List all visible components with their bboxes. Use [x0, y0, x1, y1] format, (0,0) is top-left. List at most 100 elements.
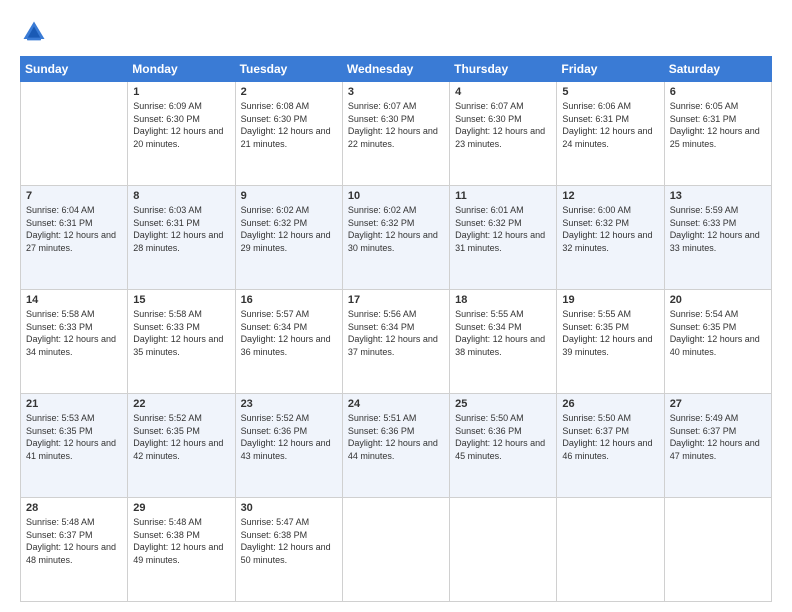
calendar-cell	[557, 498, 664, 602]
weekday-header-wednesday: Wednesday	[342, 57, 449, 82]
calendar-cell: 16 Sunrise: 5:57 AMSunset: 6:34 PMDayligh…	[235, 290, 342, 394]
day-info: Sunrise: 5:50 AMSunset: 6:37 PMDaylight:…	[562, 412, 658, 462]
day-info: Sunrise: 6:05 AMSunset: 6:31 PMDaylight:…	[670, 100, 766, 150]
day-info: Sunrise: 6:01 AMSunset: 6:32 PMDaylight:…	[455, 204, 551, 254]
calendar-cell: 25 Sunrise: 5:50 AMSunset: 6:36 PMDayligh…	[450, 394, 557, 498]
day-info: Sunrise: 6:06 AMSunset: 6:31 PMDaylight:…	[562, 100, 658, 150]
day-number: 4	[455, 86, 551, 98]
logo	[20, 18, 52, 46]
day-number: 11	[455, 190, 551, 202]
calendar-cell: 14 Sunrise: 5:58 AMSunset: 6:33 PMDayligh…	[21, 290, 128, 394]
logo-icon	[20, 18, 48, 46]
day-number: 16	[241, 294, 337, 306]
calendar: SundayMondayTuesdayWednesdayThursdayFrid…	[20, 56, 772, 602]
calendar-cell: 13Sunrise: 5:59 AMSunset: 6:33 PMDayligh…	[664, 186, 771, 290]
calendar-cell: 3 Sunrise: 6:07 AMSunset: 6:30 PMDaylight…	[342, 82, 449, 186]
calendar-cell	[450, 498, 557, 602]
calendar-week-row: 14 Sunrise: 5:58 AMSunset: 6:33 PMDayligh…	[21, 290, 772, 394]
day-info: Sunrise: 5:52 AMSunset: 6:36 PMDaylight:…	[241, 412, 337, 462]
calendar-cell: 9 Sunrise: 6:02 AMSunset: 6:32 PMDaylight…	[235, 186, 342, 290]
day-info: Sunrise: 5:57 AMSunset: 6:34 PMDaylight:…	[241, 308, 337, 358]
calendar-header-row: SundayMondayTuesdayWednesdayThursdayFrid…	[21, 57, 772, 82]
calendar-cell: 8 Sunrise: 6:03 AMSunset: 6:31 PMDaylight…	[128, 186, 235, 290]
day-info: Sunrise: 5:48 AMSunset: 6:37 PMDaylight:…	[26, 516, 122, 566]
calendar-cell: 4 Sunrise: 6:07 AMSunset: 6:30 PMDaylight…	[450, 82, 557, 186]
day-number: 28	[26, 502, 122, 514]
day-number: 25	[455, 398, 551, 410]
day-info: Sunrise: 6:08 AMSunset: 6:30 PMDaylight:…	[241, 100, 337, 150]
day-number: 7	[26, 190, 122, 202]
calendar-cell: 30 Sunrise: 5:47 AMSunset: 6:38 PMDayligh…	[235, 498, 342, 602]
day-number: 20	[670, 294, 766, 306]
calendar-cell: 2 Sunrise: 6:08 AMSunset: 6:30 PMDaylight…	[235, 82, 342, 186]
calendar-week-row: 21Sunrise: 5:53 AMSunset: 6:35 PMDayligh…	[21, 394, 772, 498]
day-info: Sunrise: 6:09 AMSunset: 6:30 PMDaylight:…	[133, 100, 229, 150]
day-number: 5	[562, 86, 658, 98]
calendar-cell: 11 Sunrise: 6:01 AMSunset: 6:32 PMDayligh…	[450, 186, 557, 290]
day-number: 17	[348, 294, 444, 306]
day-info: Sunrise: 5:47 AMSunset: 6:38 PMDaylight:…	[241, 516, 337, 566]
day-info: Sunrise: 5:55 AMSunset: 6:35 PMDaylight:…	[562, 308, 658, 358]
calendar-cell: 26 Sunrise: 5:50 AMSunset: 6:37 PMDayligh…	[557, 394, 664, 498]
calendar-cell: 6Sunrise: 6:05 AMSunset: 6:31 PMDaylight…	[664, 82, 771, 186]
day-number: 3	[348, 86, 444, 98]
weekday-header-sunday: Sunday	[21, 57, 128, 82]
day-info: Sunrise: 5:52 AMSunset: 6:35 PMDaylight:…	[133, 412, 229, 462]
calendar-cell: 20Sunrise: 5:54 AMSunset: 6:35 PMDayligh…	[664, 290, 771, 394]
calendar-week-row: 1 Sunrise: 6:09 AMSunset: 6:30 PMDaylight…	[21, 82, 772, 186]
day-number: 19	[562, 294, 658, 306]
day-number: 21	[26, 398, 122, 410]
day-info: Sunrise: 6:03 AMSunset: 6:31 PMDaylight:…	[133, 204, 229, 254]
calendar-cell: 29Sunrise: 5:48 AMSunset: 6:38 PMDayligh…	[128, 498, 235, 602]
calendar-cell: 22 Sunrise: 5:52 AMSunset: 6:35 PMDayligh…	[128, 394, 235, 498]
day-info: Sunrise: 5:58 AMSunset: 6:33 PMDaylight:…	[26, 308, 122, 358]
day-info: Sunrise: 6:07 AMSunset: 6:30 PMDaylight:…	[348, 100, 444, 150]
day-info: Sunrise: 6:04 AMSunset: 6:31 PMDaylight:…	[26, 204, 122, 254]
day-number: 14	[26, 294, 122, 306]
weekday-header-thursday: Thursday	[450, 57, 557, 82]
day-info: Sunrise: 6:07 AMSunset: 6:30 PMDaylight:…	[455, 100, 551, 150]
calendar-cell: 21Sunrise: 5:53 AMSunset: 6:35 PMDayligh…	[21, 394, 128, 498]
day-info: Sunrise: 5:51 AMSunset: 6:36 PMDaylight:…	[348, 412, 444, 462]
day-number: 26	[562, 398, 658, 410]
calendar-cell: 23 Sunrise: 5:52 AMSunset: 6:36 PMDayligh…	[235, 394, 342, 498]
day-number: 1	[133, 86, 229, 98]
calendar-cell: 28 Sunrise: 5:48 AMSunset: 6:37 PMDayligh…	[21, 498, 128, 602]
calendar-cell: 17 Sunrise: 5:56 AMSunset: 6:34 PMDayligh…	[342, 290, 449, 394]
calendar-cell: 15Sunrise: 5:58 AMSunset: 6:33 PMDayligh…	[128, 290, 235, 394]
weekday-header-friday: Friday	[557, 57, 664, 82]
calendar-cell	[21, 82, 128, 186]
calendar-week-row: 7 Sunrise: 6:04 AMSunset: 6:31 PMDaylight…	[21, 186, 772, 290]
calendar-cell: 27Sunrise: 5:49 AMSunset: 6:37 PMDayligh…	[664, 394, 771, 498]
calendar-cell: 1 Sunrise: 6:09 AMSunset: 6:30 PMDaylight…	[128, 82, 235, 186]
day-info: Sunrise: 5:56 AMSunset: 6:34 PMDaylight:…	[348, 308, 444, 358]
calendar-cell: 24 Sunrise: 5:51 AMSunset: 6:36 PMDayligh…	[342, 394, 449, 498]
day-number: 12	[562, 190, 658, 202]
calendar-cell: 18Sunrise: 5:55 AMSunset: 6:34 PMDayligh…	[450, 290, 557, 394]
calendar-cell: 5 Sunrise: 6:06 AMSunset: 6:31 PMDaylight…	[557, 82, 664, 186]
day-number: 18	[455, 294, 551, 306]
page: SundayMondayTuesdayWednesdayThursdayFrid…	[0, 0, 792, 612]
day-number: 22	[133, 398, 229, 410]
day-info: Sunrise: 6:02 AMSunset: 6:32 PMDaylight:…	[348, 204, 444, 254]
day-number: 9	[241, 190, 337, 202]
calendar-cell: 12 Sunrise: 6:00 AMSunset: 6:32 PMDayligh…	[557, 186, 664, 290]
day-number: 8	[133, 190, 229, 202]
day-number: 10	[348, 190, 444, 202]
weekday-header-saturday: Saturday	[664, 57, 771, 82]
day-info: Sunrise: 5:49 AMSunset: 6:37 PMDaylight:…	[670, 412, 766, 462]
day-number: 23	[241, 398, 337, 410]
calendar-cell: 10 Sunrise: 6:02 AMSunset: 6:32 PMDayligh…	[342, 186, 449, 290]
calendar-cell: 19 Sunrise: 5:55 AMSunset: 6:35 PMDayligh…	[557, 290, 664, 394]
day-number: 15	[133, 294, 229, 306]
day-info: Sunrise: 6:02 AMSunset: 6:32 PMDaylight:…	[241, 204, 337, 254]
day-info: Sunrise: 6:00 AMSunset: 6:32 PMDaylight:…	[562, 204, 658, 254]
day-info: Sunrise: 5:50 AMSunset: 6:36 PMDaylight:…	[455, 412, 551, 462]
day-number: 2	[241, 86, 337, 98]
day-number: 24	[348, 398, 444, 410]
calendar-week-row: 28 Sunrise: 5:48 AMSunset: 6:37 PMDayligh…	[21, 498, 772, 602]
day-number: 29	[133, 502, 229, 514]
day-number: 30	[241, 502, 337, 514]
weekday-header-tuesday: Tuesday	[235, 57, 342, 82]
calendar-cell: 7 Sunrise: 6:04 AMSunset: 6:31 PMDaylight…	[21, 186, 128, 290]
